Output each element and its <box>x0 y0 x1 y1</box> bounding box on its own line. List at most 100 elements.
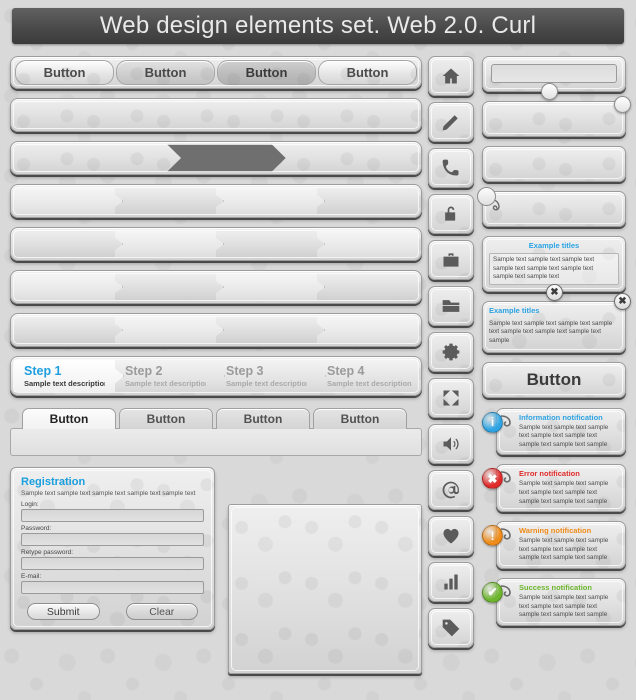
tab-4[interactable]: Button <box>313 408 407 429</box>
notification-card: Success notification Sample text sample … <box>496 577 626 626</box>
email-input[interactable] <box>21 581 204 594</box>
notification-title: Error notification <box>519 469 580 479</box>
form-title: Registration <box>21 476 86 488</box>
segments <box>14 231 418 257</box>
volume-button[interactable] <box>428 424 474 464</box>
step-description: Sample text description <box>327 379 412 388</box>
fullscreen-button[interactable] <box>428 378 474 418</box>
segmented-bar-4[interactable] <box>10 313 422 347</box>
segment[interactable] <box>216 188 317 214</box>
home-icon <box>442 68 460 84</box>
tooltip-title: Example titles <box>489 305 540 315</box>
icon-button-column <box>428 56 474 654</box>
empty-bar <box>10 98 422 132</box>
segment[interactable] <box>317 274 418 300</box>
segment[interactable] <box>14 317 115 343</box>
curl-bar-3[interactable] <box>477 187 626 227</box>
toolbar-button-2[interactable]: Button <box>116 60 215 85</box>
curl-bar-2[interactable] <box>482 146 626 182</box>
tag-button[interactable] <box>428 608 474 648</box>
retype-password-input[interactable] <box>21 557 204 570</box>
briefcase-icon <box>443 253 459 267</box>
retype-password-label: Retype password: <box>21 549 74 556</box>
step-item-2[interactable]: Step 2 Sample text description <box>115 360 216 392</box>
toolbar-button-1[interactable]: Button <box>15 60 114 85</box>
login-label: Login: <box>21 501 39 508</box>
folder-button[interactable] <box>428 286 474 326</box>
segment[interactable] <box>115 274 216 300</box>
home-button[interactable] <box>428 56 474 96</box>
tooltip-close-button[interactable]: ✖ <box>614 292 631 310</box>
speaker-icon <box>443 437 459 451</box>
step-item-4[interactable]: Step 4 Sample text description <box>317 360 418 392</box>
segment[interactable] <box>216 274 317 300</box>
registration-form: Registration Sample text sample text sam… <box>10 467 215 630</box>
bar-chart-icon <box>444 574 458 590</box>
web-elements-kit: Web design elements set. Web 2.0. Curl B… <box>0 0 636 700</box>
segment[interactable] <box>317 188 418 214</box>
segment[interactable] <box>317 231 418 257</box>
step-list: Step 1 Sample text description Step 2 Sa… <box>14 360 418 392</box>
tab-content-panel <box>10 428 422 456</box>
segment[interactable] <box>14 188 115 214</box>
segment[interactable] <box>216 317 317 343</box>
tooltip-body: Sample text sample text sample text samp… <box>489 253 619 285</box>
ornament <box>11 99 421 131</box>
segmented-bar-2[interactable] <box>10 227 422 261</box>
curl-bar-1[interactable] <box>482 96 631 137</box>
favorite-button[interactable] <box>428 516 474 556</box>
edit-button[interactable] <box>428 102 474 142</box>
progress-bar[interactable] <box>10 141 422 175</box>
toolbar-button-4[interactable]: Button <box>318 60 417 85</box>
primary-button[interactable]: Button <box>482 361 626 398</box>
search-input[interactable] <box>491 64 617 83</box>
tab-strip: Button Button Button Button <box>10 408 422 429</box>
segment[interactable] <box>115 188 216 214</box>
tab-1[interactable]: Button <box>22 408 116 429</box>
briefcase-button[interactable] <box>428 240 474 280</box>
button-toolbar: Button Button Button Button <box>10 56 422 89</box>
segmented-bar-1[interactable] <box>10 184 422 218</box>
submit-button[interactable]: Submit <box>27 603 100 620</box>
segment[interactable] <box>14 274 115 300</box>
password-input[interactable] <box>21 533 204 546</box>
step-wizard: Step 1 Sample text description Step 2 Sa… <box>10 356 422 396</box>
segment[interactable] <box>317 317 418 343</box>
heart-icon <box>443 528 459 544</box>
form-subtitle: Sample text sample text sample text samp… <box>21 490 196 497</box>
right-column: Example titles Sample text sample text s… <box>477 56 631 635</box>
tooltip-close-button[interactable]: ✖ <box>546 283 563 301</box>
segmented-bar-3[interactable] <box>10 270 422 304</box>
folder-icon <box>442 300 460 312</box>
page-title: Web design elements set. Web 2.0. Curl <box>99 12 537 39</box>
drag-handle-knob[interactable] <box>541 83 558 100</box>
tab-2[interactable]: Button <box>119 408 213 429</box>
toolbar-button-3[interactable]: Button <box>217 60 316 85</box>
content-box <box>228 504 422 674</box>
corner-knob[interactable] <box>614 96 631 113</box>
tab-3[interactable]: Button <box>216 408 310 429</box>
info-icon: i <box>482 411 503 433</box>
segment[interactable] <box>115 231 216 257</box>
phone-icon <box>442 159 459 176</box>
step-item-3[interactable]: Step 3 Sample text description <box>216 360 317 392</box>
notification-title: Warning notification <box>519 526 592 536</box>
segments <box>14 317 418 343</box>
step-title: Step 4 <box>327 364 365 378</box>
tooltip-top: Example titles Sample text sample text s… <box>482 236 626 301</box>
clear-button[interactable]: Clear <box>125 603 198 620</box>
lock-button[interactable] <box>428 194 474 234</box>
login-input[interactable] <box>21 509 204 522</box>
step-description: Sample text description <box>125 379 210 388</box>
segment[interactable] <box>216 231 317 257</box>
email-button[interactable] <box>428 470 474 510</box>
segments <box>14 188 418 214</box>
settings-button[interactable] <box>428 332 474 372</box>
phone-button[interactable] <box>428 148 474 188</box>
segment[interactable] <box>14 231 115 257</box>
step-item-1[interactable]: Step 1 Sample text description <box>14 360 115 392</box>
notification-body: Sample text sample text sample text samp… <box>519 537 609 562</box>
statistics-button[interactable] <box>428 562 474 602</box>
gear-icon <box>442 343 460 361</box>
segment[interactable] <box>115 317 216 343</box>
